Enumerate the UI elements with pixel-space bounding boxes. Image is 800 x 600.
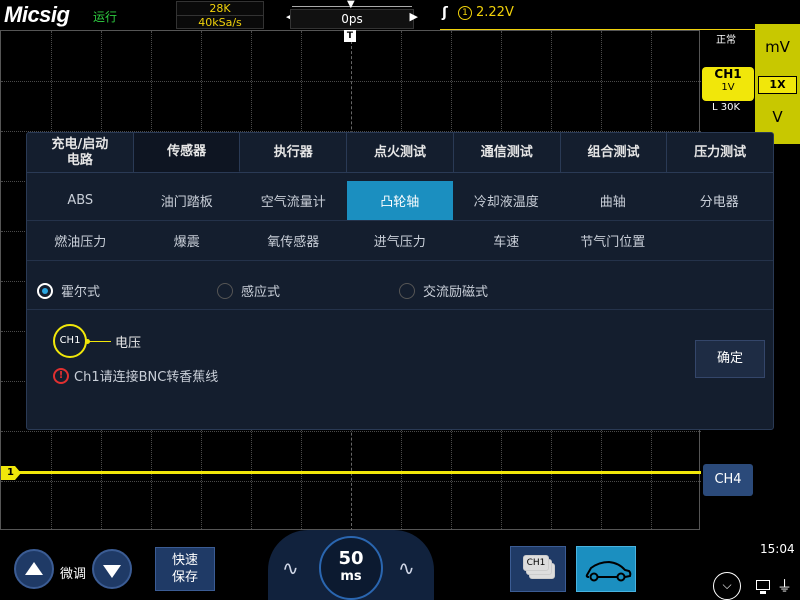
unit-mv-button[interactable]: mV [755,38,800,56]
warning-text: Ch1请连接BNC转香蕉线 [74,370,219,385]
wave-right-icon[interactable]: ∿ [398,556,415,580]
sensor-empty [666,221,773,260]
arrow-up-icon [25,562,43,575]
trigger-time-marker[interactable]: T [344,30,356,42]
tab-charging-starting[interactable]: 充电/启动 电路 [27,133,134,172]
timebase-unit: ms [340,569,362,584]
top-status-bar: Micsig 运行 28K 40kSa/s ▼ ◀ 0ps ▶ ʃ 1 2.22… [0,0,800,30]
rising-edge-icon: ʃ [442,5,448,21]
timebase-value: 50 [338,548,364,569]
arrow-right-icon[interactable]: ▶ [410,10,418,23]
radio-unselected-icon [399,282,415,299]
bottom-toolbar: 微调 快速 保存 ∿ 50 ms ∿ CH1 15:04 ⌵ ⏚ [0,530,800,600]
category-tabs: 充电/启动 电路 传感器 执行器 点火测试 通信测试 组合测试 压力测试 [27,133,773,173]
trigger-source: 1 [458,6,472,20]
option-ac-excitation[interactable]: 交流励磁式 [399,281,488,300]
connection-diagram: CH1 电压 [53,324,141,358]
tab-pressure[interactable]: 压力测试 [667,133,773,172]
timebase-control[interactable]: ∿ 50 ms ∿ [268,530,434,600]
wave-left-icon[interactable]: ∿ [282,556,299,580]
sensor-row: 燃油压力 爆震 氧传感器 进气压力 车速 节气门位置 [27,221,773,261]
sensor-fuel-pressure[interactable]: 燃油压力 [27,221,134,260]
fine-adjust-label: 微调 [60,567,87,582]
monitor-icon[interactable] [756,580,770,594]
option-inductive[interactable]: 感应式 [217,281,280,300]
ch4-channel-button[interactable]: CH4 [703,464,753,496]
option-label: 交流励磁式 [423,285,489,300]
acquisition-mode[interactable]: 正常 [716,31,736,46]
option-label: 感应式 [241,285,281,300]
ch1-offset-marker[interactable]: 1 [1,466,21,480]
sensor-row: ABS 油门踏板 空气流量计 凸轮轴 冷却液温度 曲轴 分电器 [27,181,773,221]
sensor-intake-pressure[interactable]: 进气压力 [347,221,454,260]
channel-unit-panel[interactable]: mV 1X V [755,24,800,144]
sensor-air-flow[interactable]: 空气流量计 [240,181,347,220]
sensor-abs[interactable]: ABS [27,181,134,220]
horizontal-position-bar[interactable]: ▼ ◀ 0ps ▶ [272,0,432,30]
sensor-crankshaft[interactable]: 曲轴 [560,181,667,220]
sensor-camshaft[interactable]: 凸轮轴 [346,181,453,220]
sensor-distributor[interactable]: 分电器 [666,181,773,220]
option-hall[interactable]: 霍尔式 [37,281,100,300]
car-icon [585,560,632,582]
arrow-down-icon [103,565,121,578]
connector-line [85,338,111,344]
confirm-button[interactable]: 确定 [695,340,765,378]
tab-sensors[interactable]: 传感器 [133,133,241,172]
usb-icon: ⏚ [777,577,793,595]
sensor-grid: ABS 油门踏板 空气流量计 凸轮轴 冷却液温度 曲轴 分电器 燃油压力 爆震 … [27,181,773,261]
tab-communication[interactable]: 通信测试 [454,133,561,172]
automotive-test-dialog: 充电/启动 电路 传感器 执行器 点火测试 通信测试 组合测试 压力测试 ABS… [26,132,774,430]
ch1-scale: 1V [721,82,735,93]
ch1-channel-button[interactable]: CH1 1V [702,67,754,101]
ch1-waveform-trace [1,471,701,474]
ch1-connector-icon: CH1 [53,324,87,358]
trigger-level: 2.22V [476,5,514,20]
tab-actuators[interactable]: 执行器 [240,133,348,172]
sensor-oxygen[interactable]: 氧传感器 [240,221,347,260]
ch1-card-icon: CH1 [523,555,549,571]
sample-rate: 40kSa/s [198,16,242,29]
run-stop-status[interactable]: 运行 [93,8,117,25]
warning-icon: ! [53,367,69,384]
connection-warning: ! Ch1请连接BNC转香蕉线 [53,366,218,385]
sensor-vehicle-speed[interactable]: 车速 [453,221,560,260]
timebase-knob[interactable]: 50 ms [319,536,383,600]
brand-logo: Micsig [4,2,70,27]
ch1-name: CH1 [714,67,742,81]
unit-v-button[interactable]: V [755,108,800,126]
memory-depth: 28K [209,2,231,15]
collapse-menu-icon[interactable]: ⌵ [713,572,741,600]
sensor-coolant-temp[interactable]: 冷却液温度 [453,181,560,220]
option-label: 霍尔式 [61,285,101,300]
sensor-knock[interactable]: 爆震 [134,221,241,260]
sensor-throttle-position[interactable]: 节气门位置 [560,221,667,260]
automotive-mode-button[interactable] [576,546,636,592]
horizontal-position-value[interactable]: 0ps [290,9,414,29]
quick-save-button[interactable]: 快速 保存 [155,547,215,591]
radio-selected-icon [37,282,53,299]
fine-down-button[interactable] [92,549,132,589]
signal-label: 电压 [115,335,142,351]
trigger-info[interactable]: ʃ 1 2.22V [440,0,800,30]
fine-up-button[interactable] [14,549,54,589]
probe-ratio-button[interactable]: 1X [758,76,797,94]
sensor-type-options: 霍尔式 感应式 交流励磁式 [27,270,773,310]
radio-unselected-icon [217,282,233,299]
sensor-throttle-pedal[interactable]: 油门踏板 [134,181,241,220]
tab-combination[interactable]: 组合测试 [561,133,668,172]
system-clock: 15:04 [760,542,795,556]
tab-ignition[interactable]: 点火测试 [347,133,454,172]
channel-stack-button[interactable]: CH1 [510,546,566,592]
ch1-memory-length: L 30K [712,102,741,113]
acquisition-info[interactable]: 28K 40kSa/s [176,1,264,29]
